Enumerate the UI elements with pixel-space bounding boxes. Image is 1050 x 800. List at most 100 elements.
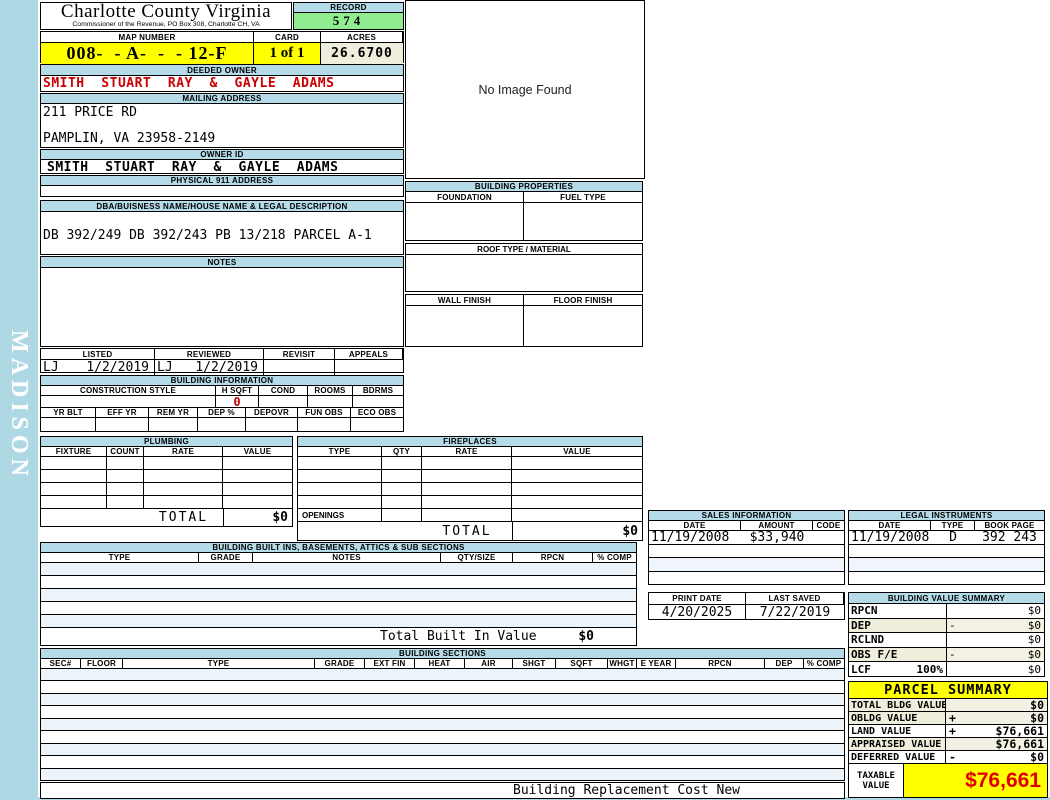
building-properties-title: BUILDING PROPERTIES <box>406 182 642 192</box>
depovr-label: DEPOVR <box>246 408 298 418</box>
rclnd-label: RCLND <box>851 633 885 647</box>
plumbing-total-row: TOTAL $0 <box>41 509 292 526</box>
rate-col: RATE <box>422 447 512 457</box>
fuel-type-label: FUEL TYPE <box>524 192 642 203</box>
floor-finish-label: FLOOR FINISH <box>524 295 642 306</box>
effyr-value <box>96 418 149 431</box>
air-col: AIR <box>465 659 513 669</box>
grade-col: GRADE <box>199 553 253 563</box>
fireplaces-empty-row <box>298 483 642 496</box>
section-empty-row <box>41 718 844 732</box>
obldg-op: + <box>949 711 956 725</box>
left-margin-strip: MADISON <box>0 0 38 800</box>
built-ins-title: BUILDING BUILT INS, BASEMENTS, ATTICS & … <box>41 543 636 553</box>
building-properties-box: BUILDING PROPERTIES FOUNDATION FUEL TYPE <box>405 181 643 241</box>
taxable-label: TAXABLE VALUE <box>849 764 904 797</box>
type-col: TYPE <box>123 659 315 669</box>
fireplaces-empty-row <box>298 470 642 483</box>
building-value-summary-table: BUILDING VALUE SUMMARY RPCN $0 DEP - $0 R… <box>848 592 1045 677</box>
replacement-cost-row: Building Replacement Cost New <box>40 782 845 799</box>
county-watermark: MADISON <box>6 330 32 482</box>
dep-label: DEP <box>851 618 871 632</box>
yrblt-label: YR BLT <box>41 408 96 418</box>
grade-col: GRADE <box>315 659 365 669</box>
map-card-acres-table: MAP NUMBER CARD ACRES 008- - A- - - 12-F… <box>40 31 404 64</box>
reviewed-label: REVIEWED <box>155 349 264 360</box>
card-label: CARD <box>254 32 321 43</box>
plumbing-total-value: $0 <box>223 509 292 526</box>
total-bldg-label: TOTAL BLDG VALUE <box>851 699 948 711</box>
sales-data-row: 11/19/2008 $33,940 <box>649 530 844 545</box>
county-header: Charlotte County Virginia Commissioner o… <box>40 2 292 30</box>
notes-label: NOTES <box>41 257 403 268</box>
wall-floor-values <box>406 306 642 346</box>
legal-description-label: DBA/BUISNESS NAME/HOUSE NAME & LEGAL DES… <box>41 201 403 212</box>
no-image-text: No Image Found <box>478 82 572 97</box>
ecoobs-value <box>351 418 403 431</box>
rooms-value <box>308 396 353 407</box>
sales-title: SALES INFORMATION <box>649 511 844 521</box>
type-col: TYPE <box>298 447 382 457</box>
section-empty-row <box>41 768 844 780</box>
built-ins-total-label: Total Built In Value <box>380 629 537 644</box>
legal-description-box: DBA/BUISNESS NAME/HOUSE NAME & LEGAL DES… <box>40 200 404 255</box>
section-empty-row <box>41 669 844 682</box>
rpcn-col: RPCN <box>513 553 593 563</box>
building-sections-table: BUILDING SECTIONS SEC# FLOOR TYPE GRADE … <box>40 648 845 781</box>
whgt-col: WHGT <box>608 659 637 669</box>
parcel-summary-title: PARCEL SUMMARY <box>849 682 1047 699</box>
bdrms-value <box>353 396 403 407</box>
bvs-row-lcf: LCF 100% $0 <box>849 662 1044 676</box>
record-box: RECORD 574 <box>293 2 404 30</box>
appeals-cell <box>335 360 403 375</box>
dep-value <box>198 418 246 431</box>
print-date-value: 4/20/2025 <box>649 605 746 620</box>
county-title: Charlotte County Virginia <box>60 1 272 22</box>
rclnd-value: $0 <box>1027 633 1041 647</box>
rpcn-value: $0 <box>1027 604 1041 618</box>
dep-value: $0 <box>1027 618 1041 632</box>
obs-label: OBS F/E <box>851 648 898 662</box>
rpcn-label: RPCN <box>851 604 878 618</box>
bvs-row-dep: DEP - $0 <box>849 618 1044 634</box>
building-information-title: BUILDING INFORMATION <box>41 376 403 386</box>
remyr-value <box>149 418 198 431</box>
built-ins-empty-row <box>41 576 636 589</box>
value-col: VALUE <box>512 447 642 457</box>
funobs-value <box>298 418 351 431</box>
bvs-row-rpcn: RPCN $0 <box>849 604 1044 619</box>
built-ins-total-value: $0 <box>578 629 594 644</box>
remyr-label: REM YR <box>149 408 198 418</box>
instrument-date: 11/19/2008 <box>851 530 930 545</box>
owner-id-value: SMITH STUART RAY & GAYLE ADAMS <box>47 160 339 175</box>
hsqft-value: 0 <box>216 396 259 407</box>
listed-date: 1/2/2019 <box>86 360 149 375</box>
mailing-line2: PAMPLIN, VA 23958-2149 <box>43 131 216 146</box>
reviewed-cell: LJ 1/2/2019 <box>155 360 264 375</box>
heat-col: HEAT <box>415 659 465 669</box>
eyear-col: E YEAR <box>637 659 676 669</box>
fireplaces-table: FIREPLACES TYPE QTY RATE VALUE OPENINGS … <box>297 436 643 541</box>
construction-style-value <box>41 396 216 407</box>
reviewed-by: LJ <box>157 360 173 375</box>
plumbing-title: PLUMBING <box>41 437 292 447</box>
roof-type-box: ROOF TYPE / MATERIAL <box>405 243 643 292</box>
foundation-fuel-values <box>406 203 642 240</box>
obs-op: - <box>949 648 956 662</box>
lcf-label: LCF <box>851 662 871 676</box>
obs-value: $0 <box>1027 648 1041 662</box>
built-ins-empty-row <box>41 602 636 615</box>
legal-data-row: 11/19/2008 D 392 243 <box>849 530 1044 545</box>
dep-op: - <box>949 618 956 632</box>
rate-col: RATE <box>144 447 223 457</box>
review-table: LISTED REVIEWED REVISIT APPEALS LJ 1/2/20… <box>40 348 404 375</box>
property-record-card: MADISON Charlotte County Virginia Commis… <box>0 0 1050 800</box>
built-ins-empty-row <box>41 563 636 576</box>
deeded-owner-value: SMITH STUART RAY & GAYLE ADAMS <box>43 76 335 91</box>
built-ins-table: BUILDING BUILT INS, BASEMENTS, ATTICS & … <box>40 542 637 646</box>
map-number-value: 008- - A- - - 12-F <box>41 43 254 64</box>
wall-floor-finish-box: WALL FINISH FLOOR FINISH <box>405 294 643 347</box>
sales-empty-row <box>649 545 844 559</box>
obldg-label: OBLDG VALUE <box>849 712 946 724</box>
built-ins-empty-row <box>41 589 636 602</box>
